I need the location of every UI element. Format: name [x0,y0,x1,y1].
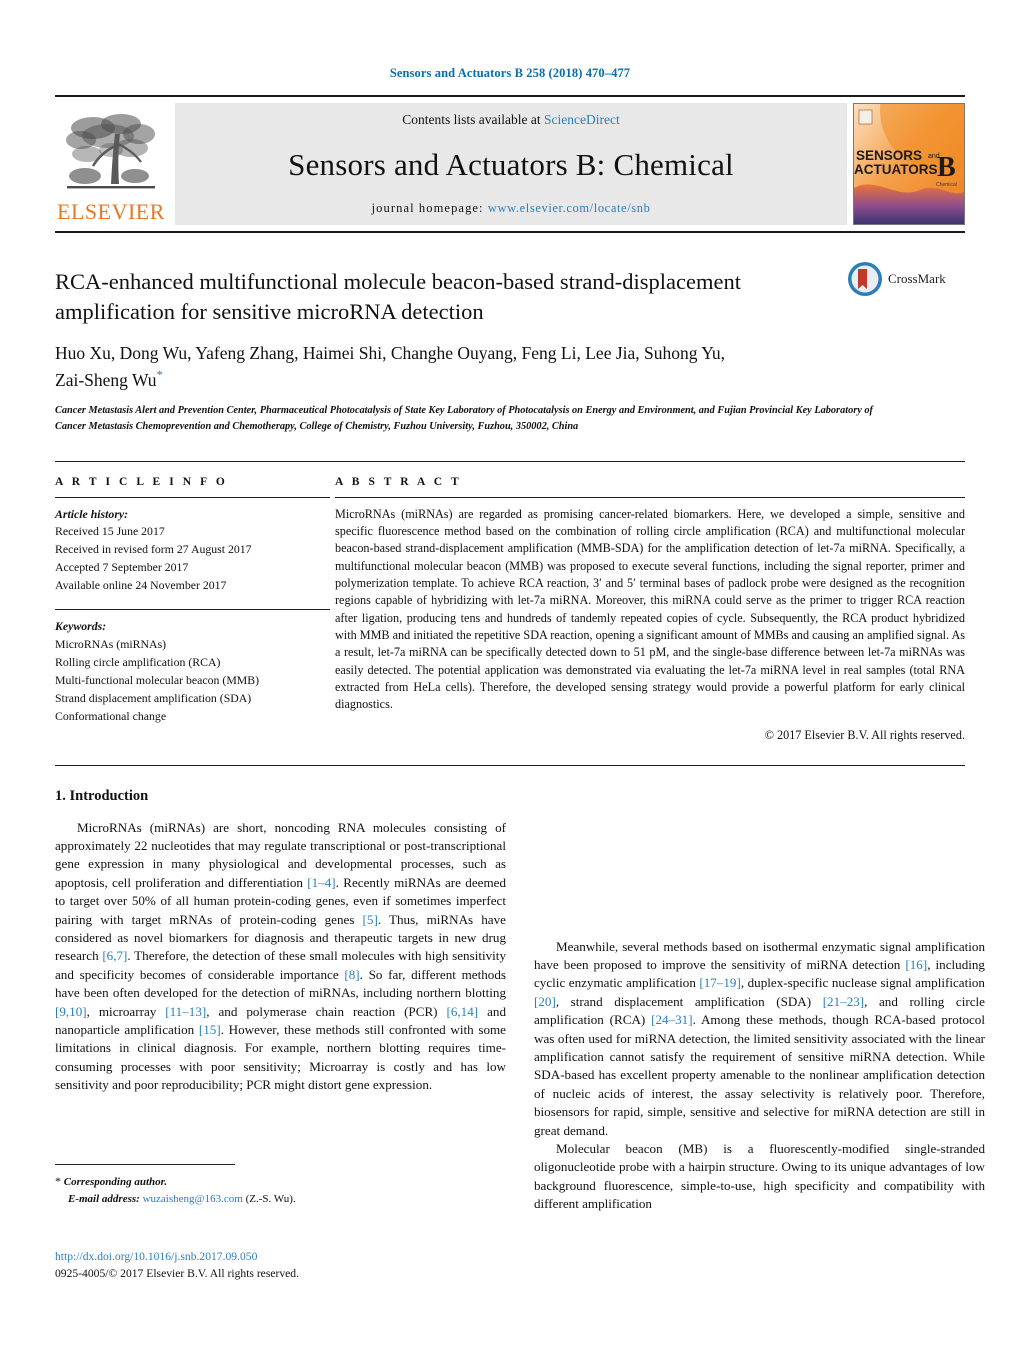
crossmark-badge[interactable]: CrossMark [847,261,965,297]
body-columns: 1. Introduction MicroRNAs (miRNAs) are s… [55,788,985,1214]
body-text: , and polymerase chain reaction (PCR) [206,1003,447,1019]
keyword-item: Strand displacement amplification (SDA) [55,690,252,705]
history-revised: Received in revised form 27 August 2017 [55,542,252,557]
article-info-heading: A R T I C L E I N F O [55,475,228,488]
corresponding-author-label: Corresponding author. [63,1176,168,1188]
elsevier-wordmark: ELSEVIER [57,199,165,224]
intro-paragraph-1: MicroRNAs (miRNAs) are short, noncoding … [55,819,506,1095]
abstract-column: A B S T R A C T MicroRNAs (miRNAs) are r… [335,476,965,743]
footnote-star: * [55,1174,61,1188]
footnote-separator [55,1164,235,1165]
doi-link[interactable]: http://dx.doi.org/10.1016/j.snb.2017.09.… [55,1248,575,1265]
svg-text:Chemical: Chemical [936,182,957,188]
history-online: Available online 24 November 2017 [55,578,227,593]
article-info-bottom-rule [55,764,965,766]
body-text: Molecular beacon (MB) is a fluorescently… [534,1141,985,1212]
citation-ref[interactable]: [11–13] [165,1004,206,1019]
citation-ref[interactable]: [21–23] [823,994,864,1009]
article-info-top-rule [55,460,965,462]
keywords-label: Keywords: [55,619,107,634]
journal-cover-art: SENSORS and ACTUATORS B Chemical [854,104,964,224]
citation-ref[interactable]: [20] [534,994,556,1009]
body-text: , strand displacement amplification (SDA… [555,993,823,1009]
keyword-item: Multi-functional molecular beacon (MMB) [55,672,260,687]
citation-ref[interactable]: [15] [199,1022,221,1037]
body-right-column: MicroRNAs (miRNAs) are short, noncoding … [534,788,985,1214]
elsevier-logo: ELSEVIER [55,103,167,225]
email-label: E-mail address: [68,1192,140,1205]
journal-homepage-line: journal homepage: www.elsevier.com/locat… [372,201,651,216]
article-header: CrossMark RCA-enhanced multifunctional m… [55,262,965,435]
abstract-copyright: © 2017 Elsevier B.V. All rights reserved… [764,727,965,742]
corresponding-author-note: * Corresponding author. [55,1172,510,1191]
contents-available-line: Contents lists available at ScienceDirec… [402,112,619,128]
citation-ref[interactable]: [9,10] [55,1004,87,1019]
keyword-item: MicroRNAs (miRNAs) [55,636,167,651]
citation-ref[interactable]: [16] [905,957,927,972]
paper-page: Sensors and Actuators B 258 (2018) 470–4… [0,0,1020,1351]
crossmark-icon [848,262,882,296]
svg-text:ACTUATORS: ACTUATORS [854,162,938,177]
abstract-heading: A B S T R A C T [335,475,462,488]
svg-text:B: B [937,152,956,183]
citation-ref[interactable]: [1–4] [307,875,335,890]
email-link[interactable]: wuzaisheng@163.com [143,1193,243,1205]
elsevier-tree-icon [66,114,155,189]
corresponding-author-marker[interactable]: * [157,367,164,382]
keywords-rule [55,609,330,611]
affiliation: Cancer Metastasis Alert and Prevention C… [55,405,873,433]
intro-paragraph-3: Molecular beacon (MB) is a fluorescently… [534,1140,985,1214]
journal-masthead: ELSEVIER Contents lists available at Sci… [55,95,965,225]
body-text: , microarray [86,1003,166,1019]
author-list: Huo Xu, Dong Wu, Yafeng Zhang, Haimei Sh… [55,341,755,391]
intro-paragraph-1-tail-clip: MicroRNAs (miRNAs) are short, noncoding … [534,788,985,938]
citation-ref[interactable]: [6,7] [102,948,127,963]
citation-ref[interactable]: [8] [344,967,359,982]
journal-homepage-link[interactable]: www.elsevier.com/locate/snb [488,201,651,215]
issn-copyright-line: 0925-4005/© 2017 Elsevier B.V. All right… [55,1267,299,1281]
contents-prefix: Contents lists available at [402,112,544,127]
keyword-item: Rolling circle amplification (RCA) [55,654,221,669]
section-heading-introduction: 1. Introduction [55,787,149,804]
citation-ref[interactable]: [24–31] [651,1012,692,1027]
body-left-column: 1. Introduction MicroRNAs (miRNAs) are s… [55,788,506,1214]
sciencedirect-link[interactable]: ScienceDirect [544,112,620,127]
article-history-label: Article history: [55,506,129,521]
homepage-prefix: journal homepage: [371,201,488,215]
journal-title: Sensors and Actuators B: Chemical [288,147,734,182]
citation-ref[interactable]: [5] [363,912,378,927]
info-abstract-row: A R T I C L E I N F O Article history: R… [55,476,965,743]
imprint-block: http://dx.doi.org/10.1016/j.snb.2017.09.… [55,1248,575,1282]
crossmark-label: CrossMark [888,271,946,286]
history-received: Received 15 June 2017 [55,524,165,539]
article-info-column: A R T I C L E I N F O Article history: R… [55,476,330,743]
article-info-rule [55,496,330,498]
keyword-item: Conformational change [55,708,167,723]
svg-text:SENSORS: SENSORS [856,148,922,163]
intro-paragraph-2: Meanwhile, several methods based on isot… [534,938,985,1140]
journal-cover-thumbnail: SENSORS and ACTUATORS B Chemical [853,103,965,225]
email-note: E-mail address: wuzaisheng@163.com (Z.-S… [55,1191,510,1208]
footnote-block: * Corresponding author. E-mail address: … [55,1172,510,1207]
citation-ref[interactable]: [6,14] [447,1004,479,1019]
email-suffix: (Z.-S. Wu). [245,1192,296,1205]
page-title: RCA-enhanced multifunctional molecule be… [55,269,742,324]
abstract-rule [335,496,965,498]
abstract-text: MicroRNAs (miRNAs) are regarded as promi… [335,506,965,712]
author-names: Huo Xu, Dong Wu, Yafeng Zhang, Haimei Sh… [55,343,726,390]
history-accepted: Accepted 7 September 2017 [55,560,189,575]
running-head: Sensors and Actuators B 258 (2018) 470–4… [389,66,631,80]
masthead-bottom-rule [55,231,965,233]
body-text: , duplex-specific nuclease signal amplif… [740,975,985,991]
body-text: . Among these methods, though RCA-based … [534,1012,985,1138]
journal-banner: Contents lists available at ScienceDirec… [175,103,847,225]
citation-ref[interactable]: [17–19] [699,975,740,990]
